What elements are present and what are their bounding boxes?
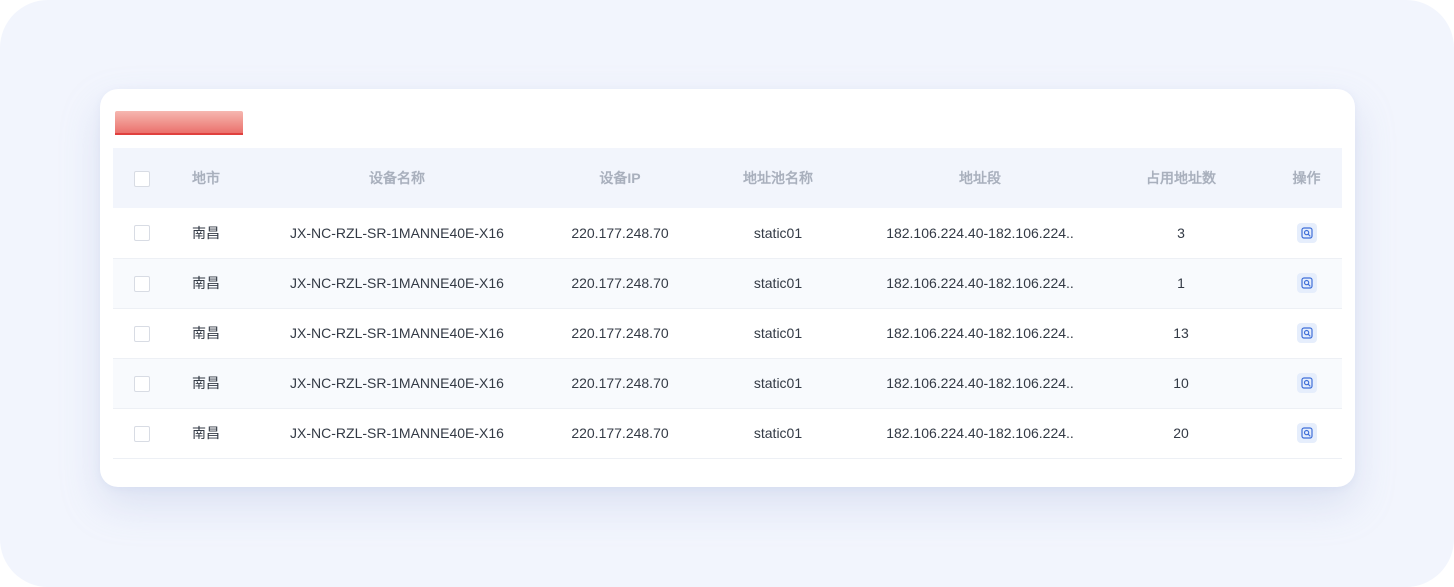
cell-device-name: JX-NC-RZL-SR-1MANNE40E-X16	[290, 224, 504, 241]
col-header-city[interactable]: 地市	[171, 148, 241, 208]
view-detail-button[interactable]	[1296, 273, 1317, 293]
cell-used-count: 13	[1173, 325, 1189, 341]
cell-device-ip: 220.177.248.70	[571, 275, 669, 291]
cell-actions	[1271, 408, 1342, 458]
cell-segment: 182.106.224.40-182.106.224..	[886, 325, 1074, 341]
row-checkbox[interactable]	[134, 225, 150, 242]
table-row[interactable]: 南昌 JX-NC-RZL-SR-1MANNE40E-X16 220.177.24…	[113, 258, 1342, 308]
col-header-device-ip[interactable]: 设备IP	[553, 148, 687, 208]
cell-device-ip: 220.177.248.70	[571, 224, 669, 241]
row-select-cell	[113, 308, 171, 358]
view-detail-button[interactable]	[1296, 423, 1317, 443]
cell-pool-name: static01	[753, 325, 803, 341]
cell-device-name: JX-NC-RZL-SR-1MANNE40E-X16	[290, 425, 504, 441]
cell-segment: 182.106.224.40-182.106.224..	[886, 224, 1074, 241]
cell-used-count: 1	[1177, 275, 1185, 291]
view-detail-icon	[1300, 277, 1313, 289]
row-select-cell	[113, 408, 171, 458]
cell-device-name: JX-NC-RZL-SR-1MANNE40E-X16	[290, 325, 504, 341]
cell-city: 南昌	[192, 224, 220, 241]
cell-pool-name: static01	[753, 375, 803, 391]
cell-pool-name: static01	[753, 425, 803, 441]
cell-segment: 182.106.224.40-182.106.224..	[886, 375, 1074, 391]
view-detail-icon	[1300, 227, 1313, 239]
view-detail-button[interactable]	[1296, 222, 1317, 243]
cell-actions	[1271, 258, 1342, 308]
cell-used-count: 3	[1177, 224, 1185, 241]
table-header-row: 地市 设备名称 设备IP 地址池名称 地址段 占用地址数 操作	[113, 148, 1342, 208]
cell-actions	[1271, 208, 1342, 258]
page-background: 地市 设备名称 设备IP 地址池名称 地址段 占用地址数 操作 南昌 JX-NC…	[0, 0, 1454, 587]
col-header-pool-name[interactable]: 地址池名称	[687, 148, 869, 208]
row-checkbox[interactable]	[134, 325, 150, 342]
cell-actions	[1271, 308, 1342, 358]
col-header-segment[interactable]: 地址段	[869, 148, 1091, 208]
cell-device-ip: 220.177.248.70	[571, 425, 669, 441]
col-header-actions: 操作	[1292, 170, 1321, 186]
col-header-device-name[interactable]: 设备名称	[241, 148, 553, 208]
select-all-checkbox[interactable]	[134, 170, 150, 187]
cell-pool-name: static01	[753, 224, 803, 241]
table-row[interactable]: 南昌 JX-NC-RZL-SR-1MANNE40E-X16 220.177.24…	[113, 408, 1342, 458]
col-header-used-count[interactable]: 占用地址数	[1091, 148, 1271, 208]
cell-used-count: 20	[1173, 425, 1189, 441]
view-detail-icon	[1300, 327, 1313, 339]
cell-city: 南昌	[192, 375, 220, 391]
cell-device-ip: 220.177.248.70	[571, 325, 669, 341]
select-all-cell	[113, 148, 171, 208]
row-select-cell	[113, 358, 171, 408]
cell-segment: 182.106.224.40-182.106.224..	[886, 425, 1074, 441]
cell-city: 南昌	[192, 425, 220, 441]
cell-city: 南昌	[192, 325, 220, 341]
data-card: 地市 设备名称 设备IP 地址池名称 地址段 占用地址数 操作 南昌 JX-NC…	[100, 89, 1355, 487]
cell-actions	[1271, 358, 1342, 408]
cell-device-name: JX-NC-RZL-SR-1MANNE40E-X16	[290, 275, 504, 291]
row-checkbox[interactable]	[134, 375, 150, 392]
cell-segment: 182.106.224.40-182.106.224..	[886, 275, 1074, 291]
address-pool-table: 地市 设备名称 设备IP 地址池名称 地址段 占用地址数 操作 南昌 JX-NC…	[113, 148, 1342, 459]
cell-used-count: 10	[1173, 375, 1189, 391]
cell-device-name: JX-NC-RZL-SR-1MANNE40E-X16	[290, 375, 504, 391]
row-checkbox[interactable]	[134, 275, 150, 292]
view-detail-button[interactable]	[1296, 323, 1317, 343]
cell-city: 南昌	[192, 275, 220, 291]
card-header-underline	[115, 133, 243, 135]
table-body: 南昌 JX-NC-RZL-SR-1MANNE40E-X16 220.177.24…	[113, 208, 1342, 458]
cell-device-ip: 220.177.248.70	[571, 375, 669, 391]
cell-pool-name: static01	[753, 275, 803, 291]
view-detail-button[interactable]	[1296, 373, 1317, 393]
view-detail-icon	[1300, 427, 1313, 439]
row-select-cell	[113, 258, 171, 308]
table-row[interactable]: 南昌 JX-NC-RZL-SR-1MANNE40E-X16 220.177.24…	[113, 308, 1342, 358]
row-select-cell	[113, 208, 171, 258]
card-header-banner	[115, 111, 243, 135]
view-detail-icon	[1300, 377, 1313, 389]
table-row[interactable]: 南昌 JX-NC-RZL-SR-1MANNE40E-X16 220.177.24…	[113, 358, 1342, 408]
table-row[interactable]: 南昌 JX-NC-RZL-SR-1MANNE40E-X16 220.177.24…	[113, 208, 1342, 258]
row-checkbox[interactable]	[134, 425, 150, 442]
